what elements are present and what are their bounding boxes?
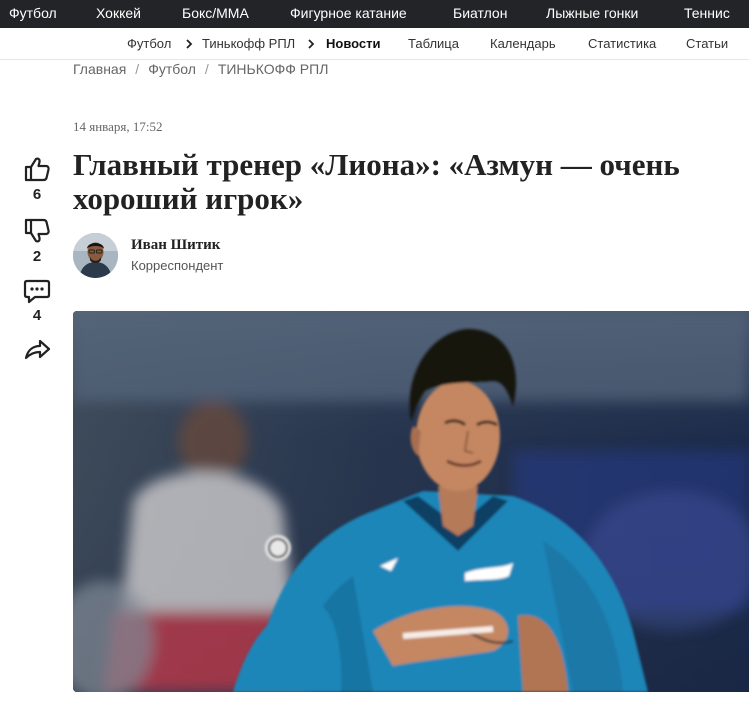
section-nav-item-articles[interactable]: Статьи <box>686 28 728 60</box>
section-nav-item-football[interactable]: Футбол <box>127 28 171 60</box>
sports-nav-item-hockey[interactable]: Хоккей <box>96 0 141 28</box>
comments-count: 4 <box>32 307 42 324</box>
sports-nav-item-football[interactable]: Футбол <box>9 0 57 28</box>
sports-nav-item-skiing[interactable]: Лыжные гонки <box>546 0 638 28</box>
sports-nav-bar: Футбол Хоккей Бокс/ММА Фигурное катание … <box>0 0 749 28</box>
breadcrumb-football-link[interactable]: Футбол <box>148 61 196 77</box>
author-name-link[interactable]: Иван Шитик <box>131 237 220 254</box>
section-nav-item-calendar[interactable]: Календарь <box>490 28 556 60</box>
publish-date: 14 января, 17:52 <box>73 119 163 134</box>
share-icon[interactable] <box>23 336 51 362</box>
author-role: Корреспондент <box>131 258 224 273</box>
breadcrumb: Главная / Футбол / ТИНЬКОФФ РПЛ <box>73 61 337 81</box>
section-nav-item-rpl[interactable]: Тинькофф РПЛ <box>202 28 295 60</box>
sports-nav-item-boxing-mma[interactable]: Бокс/ММА <box>182 0 249 28</box>
breadcrumb-home-link[interactable]: Главная <box>73 61 126 77</box>
sports-nav-item-figure-skating[interactable]: Фигурное катание <box>290 0 407 28</box>
section-nav-item-news-active[interactable]: Новости <box>326 28 381 60</box>
thumbs-up-icon[interactable] <box>23 156 51 182</box>
section-nav-item-table[interactable]: Таблица <box>408 28 459 60</box>
article-title-line-2: хороший игрок» <box>73 181 304 216</box>
chevron-right-icon <box>186 39 193 49</box>
sports-nav-item-biathlon[interactable]: Биатлон <box>453 0 507 28</box>
football-player-photo <box>73 311 749 692</box>
breadcrumb-rpl-link[interactable]: ТИНЬКОФФ РПЛ <box>218 61 329 77</box>
sports-nav-item-tennis[interactable]: Теннис <box>684 0 730 28</box>
author-photo <box>73 233 118 278</box>
chevron-right-icon <box>308 39 315 49</box>
breadcrumb-separator: / <box>135 61 140 77</box>
article-title: Главный тренер «Лиона»: «Азмун — очень х… <box>73 148 749 216</box>
dislikes-count: 2 <box>32 248 42 265</box>
breadcrumb-separator: / <box>204 61 209 77</box>
section-nav-bar: Футбол Тинькофф РПЛ Новости Таблица Кале… <box>0 28 749 60</box>
section-nav-item-statistics[interactable]: Статистика <box>588 28 656 60</box>
article-hero-photo <box>73 311 749 692</box>
avatar[interactable] <box>73 233 118 278</box>
likes-count: 6 <box>32 186 42 203</box>
article-title-line-1: Главный тренер «Лиона»: «Азмун — очень <box>73 148 680 182</box>
thumbs-down-icon[interactable] <box>23 218 51 244</box>
comment-icon[interactable] <box>23 278 51 304</box>
